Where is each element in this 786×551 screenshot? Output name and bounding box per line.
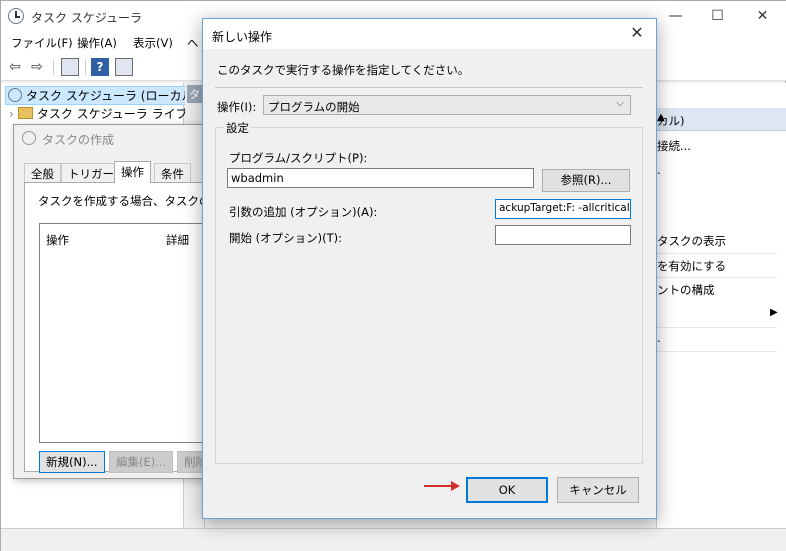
status-bar	[1, 528, 786, 551]
divider	[215, 87, 643, 88]
tree-item-local[interactable]: タスク スケジューラ (ローカル)	[5, 86, 204, 105]
action-type-value: プログラムの開始	[268, 100, 360, 114]
actions-tab-panel: タスクを作成する場合、タスクの開始 操作 詳細 新規(N)... 編集(E)..…	[24, 182, 234, 473]
menu-help[interactable]: ヘ	[187, 35, 199, 51]
minimize-button[interactable]: —	[653, 1, 698, 31]
start-in-label: 開始 (オプション)(T):	[229, 231, 343, 245]
close-icon[interactable]: ✕	[626, 23, 648, 42]
start-in-input[interactable]	[495, 225, 631, 245]
tab-general[interactable]: 全般	[24, 163, 61, 182]
tree-item-label: タスク スケジューラ (ローカル)	[26, 89, 199, 103]
back-arrow-icon[interactable]: ⇦	[6, 58, 24, 76]
divider	[657, 351, 777, 352]
action-item[interactable]: .	[657, 163, 661, 177]
tree-item-library[interactable]: › タスク スケジューラ ライブラリ	[9, 105, 212, 122]
arguments-label: 引数の追加 (オプション)(A):	[229, 205, 378, 219]
clock-icon	[8, 8, 24, 24]
new-action-title: 新しい操作	[212, 30, 273, 44]
instruction-text: このタスクで実行する操作を指定してください。	[217, 63, 470, 77]
actions-pane: カル) ▲ 接続... . タスクの表示 を有効にする ントの構成 ▶ .	[656, 83, 786, 528]
program-script-label: プログラム/スクリプト(P):	[229, 151, 368, 165]
arguments-input[interactable]: ackupTarget:F: -allcritical	[495, 199, 631, 219]
action-item-connect[interactable]: 接続...	[657, 138, 691, 154]
tab-conditions[interactable]: 条件	[154, 163, 191, 182]
column-header-action[interactable]: 操作	[46, 232, 69, 248]
folder-icon	[17, 107, 33, 119]
close-button[interactable]: ✕	[740, 1, 785, 31]
column-header-details[interactable]: 詳細	[166, 232, 189, 248]
main-window-title: タスク スケジューラ	[31, 11, 142, 25]
actions-list[interactable]: 操作 詳細	[39, 223, 215, 443]
show-action-pane-icon[interactable]	[115, 58, 133, 76]
help-icon[interactable]: ?	[91, 58, 109, 76]
clock-icon	[8, 88, 22, 102]
menu-file[interactable]: ファイル(F)	[11, 35, 73, 51]
tab-triggers[interactable]: トリガー	[61, 163, 121, 182]
chevron-down-icon[interactable]: ⌵	[616, 98, 624, 109]
toolbar-separator	[53, 59, 54, 75]
maximize-button[interactable]: ☐	[695, 1, 740, 31]
clock-icon	[22, 131, 36, 145]
collapse-icon[interactable]: ▲	[657, 112, 780, 123]
submenu-arrow-icon[interactable]: ▶	[770, 307, 778, 318]
browse-button[interactable]: 参照(R)...	[542, 169, 630, 192]
divider	[657, 327, 777, 328]
create-task-dialog: タスクの作成 全般 トリガー 操作 条件 タスクを作成する場合、タスクの開始 操…	[13, 124, 234, 479]
action-item-configure[interactable]: ントの構成	[657, 282, 715, 298]
tab-actions[interactable]: 操作	[114, 161, 151, 183]
chevron-right-icon[interactable]: ›	[9, 107, 14, 121]
action-item-enable[interactable]: を有効にする	[657, 258, 726, 274]
action-type-select[interactable]: プログラムの開始 ⌵	[263, 95, 631, 115]
menu-action[interactable]: 操作(A)	[77, 35, 117, 51]
action-item-display-tasks[interactable]: タスクの表示	[657, 233, 726, 249]
action-item[interactable]: .	[657, 331, 661, 345]
create-task-title: タスクの作成	[42, 133, 115, 147]
forward-arrow-icon[interactable]: ⇨	[28, 58, 46, 76]
new-action-button[interactable]: 新規(N)...	[39, 451, 105, 473]
new-action-titlebar: 新しい操作 ✕	[203, 19, 656, 49]
edit-action-button[interactable]: 編集(E)...	[109, 451, 174, 473]
action-type-label: 操作(I):	[217, 100, 257, 114]
pane-header: タ	[187, 85, 202, 103]
show-hide-tree-icon[interactable]	[61, 58, 79, 76]
settings-group-title: 設定	[224, 120, 251, 136]
new-action-dialog: 新しい操作 ✕ このタスクで実行する操作を指定してください。 操作(I): プロ…	[202, 18, 657, 519]
toolbar-separator	[85, 59, 86, 75]
divider	[657, 253, 777, 254]
menu-view[interactable]: 表示(V)	[133, 35, 173, 51]
ok-button[interactable]: OK	[466, 477, 548, 503]
program-script-input[interactable]: wbadmin	[227, 168, 534, 188]
divider	[657, 277, 777, 278]
cancel-button[interactable]: キャンセル	[557, 477, 639, 503]
annotation-arrow-icon	[424, 481, 460, 491]
actions-header[interactable]: カル) ▲	[657, 108, 786, 131]
